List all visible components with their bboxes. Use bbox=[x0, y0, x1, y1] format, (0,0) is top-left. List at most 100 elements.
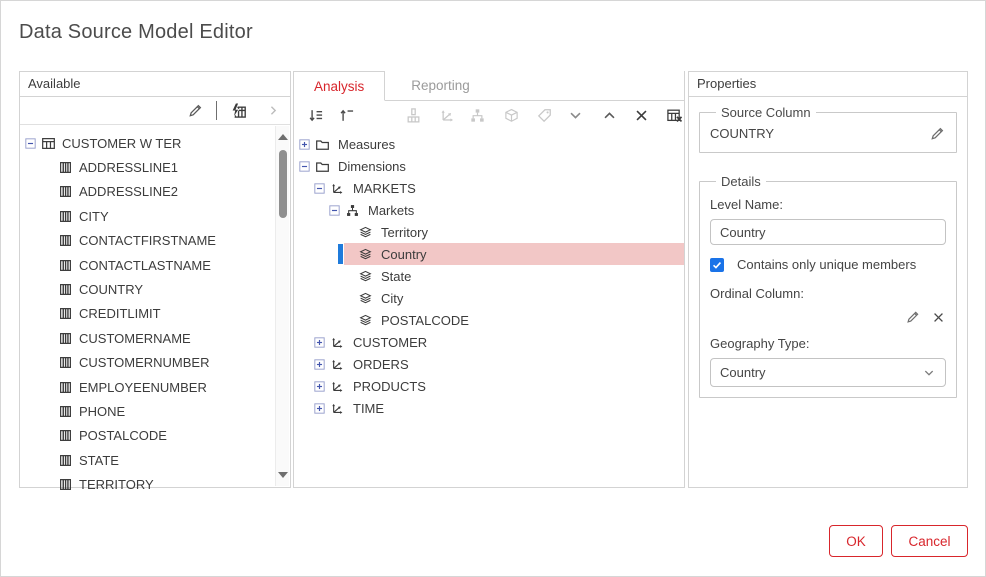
expand-icon[interactable] bbox=[266, 103, 281, 118]
level-name-input[interactable] bbox=[710, 219, 946, 245]
edit-ordinal-column-icon[interactable] bbox=[905, 309, 921, 325]
expand-icon[interactable] bbox=[314, 359, 325, 370]
column-icon bbox=[58, 160, 73, 175]
available-item-employeenumber[interactable]: EMPLOYEENUMBER bbox=[20, 375, 290, 399]
chevron-up-icon[interactable] bbox=[601, 107, 618, 124]
auto-generate-icon[interactable] bbox=[229, 102, 247, 120]
dimension-icon bbox=[330, 181, 345, 196]
available-item-phone[interactable]: PHONE bbox=[20, 399, 290, 423]
model-item-time[interactable]: TIME bbox=[294, 397, 684, 419]
dimension-icon bbox=[330, 335, 345, 350]
toolbar-divider bbox=[216, 101, 217, 120]
tree-item-label: Dimensions bbox=[338, 159, 406, 174]
available-scrollbar[interactable] bbox=[275, 126, 289, 486]
scroll-up-icon[interactable] bbox=[278, 134, 288, 140]
model-item-dimensions[interactable]: Dimensions bbox=[294, 155, 684, 177]
model-toolbar bbox=[294, 101, 684, 129]
collapse-icon[interactable] bbox=[299, 161, 310, 172]
tree-item-label: State bbox=[381, 269, 411, 284]
properties-panel: Properties Source Column COUNTRY Details… bbox=[688, 71, 968, 488]
available-panel: Available CUSTOMER W TER ADDRESSLINE1 AD… bbox=[19, 71, 291, 488]
clear-ordinal-column-icon[interactable] bbox=[931, 310, 946, 325]
available-item-postalcode[interactable]: POSTALCODE bbox=[20, 424, 290, 448]
column-icon bbox=[58, 380, 73, 395]
move-down-icon[interactable] bbox=[307, 107, 324, 124]
expand-icon[interactable] bbox=[314, 337, 325, 348]
properties-panel-header: Properties bbox=[689, 72, 967, 97]
collapse-icon[interactable] bbox=[329, 205, 340, 216]
tree-item-label: PRODUCTS bbox=[353, 379, 426, 394]
column-icon bbox=[58, 209, 73, 224]
ok-button[interactable]: OK bbox=[829, 525, 883, 557]
collapse-icon[interactable] bbox=[314, 183, 325, 194]
tree-item-label: PHONE bbox=[79, 404, 125, 419]
geography-type-select[interactable]: Country bbox=[710, 358, 946, 387]
source-column-legend: Source Column bbox=[716, 105, 816, 120]
model-item-markets-hierarchy[interactable]: Markets bbox=[294, 199, 684, 221]
available-item-customername[interactable]: CUSTOMERNAME bbox=[20, 326, 290, 350]
model-tree: Measures Dimensions MARKETS Markets Terr… bbox=[294, 129, 684, 419]
expand-icon[interactable] bbox=[299, 139, 310, 150]
available-item-creditlimit[interactable]: CREDITLIMIT bbox=[20, 302, 290, 326]
tree-item-label: POSTALCODE bbox=[79, 428, 167, 443]
edit-icon[interactable] bbox=[187, 102, 204, 119]
column-icon bbox=[58, 428, 73, 443]
available-item-state[interactable]: STATE bbox=[20, 448, 290, 472]
scroll-down-icon[interactable] bbox=[278, 472, 288, 478]
available-item-contactlastname[interactable]: CONTACTLASTNAME bbox=[20, 253, 290, 277]
edit-source-column-icon[interactable] bbox=[929, 125, 946, 142]
model-item-products[interactable]: PRODUCTS bbox=[294, 375, 684, 397]
tree-item-label: TIME bbox=[353, 401, 384, 416]
model-item-customer[interactable]: CUSTOMER bbox=[294, 331, 684, 353]
column-icon bbox=[58, 477, 73, 492]
column-icon bbox=[58, 258, 73, 273]
available-item-territory[interactable]: TERRITORY bbox=[20, 472, 290, 494]
available-item-customernumber[interactable]: CUSTOMERNUMBER bbox=[20, 351, 290, 375]
available-item-addressline1[interactable]: ADDRESSLINE1 bbox=[20, 155, 290, 179]
model-item-country-selected[interactable]: Country bbox=[294, 243, 684, 265]
expand-icon[interactable] bbox=[314, 381, 325, 392]
clear-grid-icon[interactable] bbox=[666, 107, 683, 124]
available-panel-header: Available bbox=[20, 72, 290, 97]
model-item-city[interactable]: City bbox=[294, 287, 684, 309]
tree-item-label: ADDRESSLINE1 bbox=[79, 160, 178, 175]
model-item-postalcode[interactable]: POSTALCODE bbox=[294, 309, 684, 331]
geography-type-value: Country bbox=[720, 365, 766, 380]
model-item-state[interactable]: State bbox=[294, 265, 684, 287]
unique-members-checkbox[interactable] bbox=[710, 258, 724, 272]
scrollbar-thumb[interactable] bbox=[279, 150, 287, 218]
tab-reporting[interactable]: Reporting bbox=[385, 71, 496, 101]
chevron-down-icon[interactable] bbox=[567, 107, 584, 124]
dimension-icon bbox=[330, 357, 345, 372]
level-icon bbox=[358, 291, 373, 306]
model-item-orders[interactable]: ORDERS bbox=[294, 353, 684, 375]
available-item-addressline2[interactable]: ADDRESSLINE2 bbox=[20, 180, 290, 204]
cancel-button[interactable]: Cancel bbox=[891, 525, 968, 557]
tab-analysis[interactable]: Analysis bbox=[293, 71, 385, 101]
available-item-contactfirstname[interactable]: CONTACTFIRSTNAME bbox=[20, 229, 290, 253]
source-column-value: COUNTRY bbox=[710, 126, 774, 141]
available-tree: CUSTOMER W TER ADDRESSLINE1 ADDRESSLINE2… bbox=[20, 125, 290, 494]
hierarchy-icon bbox=[469, 107, 486, 124]
tree-item-label: CUSTOMER W TER bbox=[62, 136, 181, 151]
tag-icon bbox=[536, 107, 553, 124]
tree-item-label: CITY bbox=[79, 209, 109, 224]
dimension-icon bbox=[330, 401, 345, 416]
model-item-markets-dimension[interactable]: MARKETS bbox=[294, 177, 684, 199]
move-up-icon[interactable] bbox=[338, 107, 355, 124]
available-item-customer-w-ter[interactable]: CUSTOMER W TER bbox=[20, 131, 290, 155]
expand-icon[interactable] bbox=[314, 403, 325, 414]
column-icon bbox=[58, 282, 73, 297]
model-item-territory[interactable]: Territory bbox=[294, 221, 684, 243]
level-icon bbox=[358, 225, 373, 240]
tree-item-label: Country bbox=[381, 247, 427, 262]
column-icon bbox=[58, 355, 73, 370]
available-item-country[interactable]: COUNTRY bbox=[20, 277, 290, 301]
collapse-icon[interactable] bbox=[25, 138, 36, 149]
page-title: Data Source Model Editor bbox=[19, 21, 253, 44]
available-item-city[interactable]: CITY bbox=[20, 204, 290, 228]
column-icon bbox=[58, 453, 73, 468]
delete-icon[interactable] bbox=[633, 107, 650, 124]
model-item-measures[interactable]: Measures bbox=[294, 133, 684, 155]
tree-item-label: ORDERS bbox=[353, 357, 409, 372]
